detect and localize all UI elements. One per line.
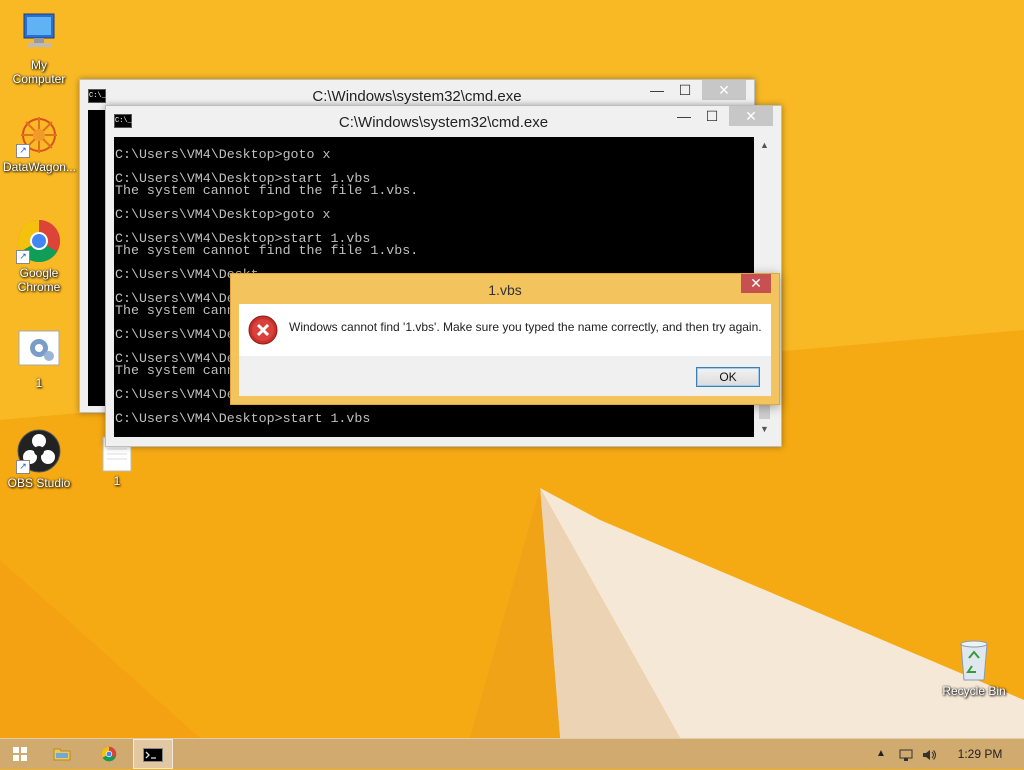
- desktop-icon-label: DataWagon...: [3, 160, 76, 174]
- desktop-icon-label: 1: [113, 474, 121, 488]
- desktop-icon-label: Recycle Bin: [942, 684, 1006, 698]
- ok-button[interactable]: OK: [696, 367, 760, 387]
- scroll-down-arrow-icon[interactable]: ▼: [756, 421, 773, 437]
- chrome-icon: ↗: [16, 218, 62, 264]
- obs-icon: ↗: [16, 428, 62, 474]
- network-icon[interactable]: [895, 739, 917, 769]
- show-hidden-icons-icon[interactable]: ▲: [872, 739, 890, 769]
- dialog-body: Windows cannot find '1.vbs'. Make sure y…: [239, 304, 771, 356]
- error-dialog[interactable]: 1.vbs ✕ Windows cannot find '1.vbs'. Mak…: [230, 273, 780, 405]
- shortcut-arrow-icon: ↗: [16, 460, 30, 474]
- start-button[interactable]: [0, 739, 40, 769]
- desktop-icon-label: Google Chrome: [17, 266, 61, 294]
- taskbar-cmd[interactable]: [133, 739, 173, 769]
- console-line: C:\Users\VM4\Desktop>goto x: [115, 207, 331, 222]
- recycle-bin-icon: [951, 636, 997, 682]
- computer-icon: [16, 10, 62, 56]
- volume-icon[interactable]: [918, 739, 940, 769]
- console-line: The system cannot find the file 1.vbs.: [115, 243, 419, 258]
- error-icon: [248, 315, 278, 345]
- minimize-button[interactable]: —: [671, 106, 697, 126]
- shortcut-arrow-icon: ↗: [16, 144, 30, 158]
- clock[interactable]: 1:29 PM: [950, 739, 1010, 769]
- chrome-icon: [101, 746, 117, 762]
- dialog-close-button[interactable]: ✕: [741, 274, 771, 293]
- close-button[interactable]: ✕: [729, 106, 773, 126]
- dialog-footer: OK: [239, 356, 771, 396]
- cmd-icon: [143, 747, 163, 762]
- desktop-icon-label: 1: [35, 376, 43, 390]
- shortcut-arrow-icon: ↗: [16, 250, 30, 264]
- taskbar-chrome[interactable]: [89, 739, 129, 769]
- dialog-title: 1.vbs: [488, 282, 522, 298]
- desktop-icon-datawagon[interactable]: ↗ DataWagon...: [3, 112, 76, 174]
- desktop-icon-recycle-bin[interactable]: Recycle Bin: [938, 636, 1010, 698]
- scroll-thumb[interactable]: [759, 405, 770, 419]
- desktop-icon-my-computer[interactable]: My Computer: [3, 10, 75, 86]
- title-bar[interactable]: C:\_ C:\Windows\system32\cmd.exe — ☐ ✕: [106, 106, 781, 136]
- console-line: The system cannot find the file 1.vbs.: [115, 183, 419, 198]
- close-button[interactable]: ✕: [702, 80, 746, 100]
- dialog-message: Windows cannot find '1.vbs'. Make sure y…: [289, 320, 762, 334]
- desktop-icon-1-settings[interactable]: 1: [3, 328, 75, 390]
- maximize-button[interactable]: ☐: [672, 80, 698, 100]
- maximize-button[interactable]: ☐: [699, 106, 725, 126]
- taskbar: ▲ 1:29 PM: [0, 738, 1024, 769]
- folder-icon: [53, 748, 71, 761]
- desktop-icon-google-chrome[interactable]: ↗ Google Chrome: [3, 218, 75, 294]
- console-line: C:\Users\VM4\Desktop>goto x: [115, 147, 331, 162]
- desktop-icon-label: OBS Studio: [7, 476, 71, 490]
- datawagon-logo-icon: ↗: [16, 112, 62, 158]
- minimize-button[interactable]: —: [644, 80, 670, 100]
- windows-logo-icon: [13, 746, 27, 761]
- console-line: C:\Users\VM4\Desktop>start 1.vbs: [115, 411, 371, 426]
- desktop-icon-label: My Computer: [12, 58, 66, 86]
- taskbar-file-explorer[interactable]: [42, 739, 82, 769]
- settings-file-icon: [16, 328, 62, 374]
- scroll-up-arrow-icon[interactable]: ▲: [756, 137, 773, 153]
- desktop-icon-obs-studio[interactable]: ↗ OBS Studio: [3, 428, 75, 490]
